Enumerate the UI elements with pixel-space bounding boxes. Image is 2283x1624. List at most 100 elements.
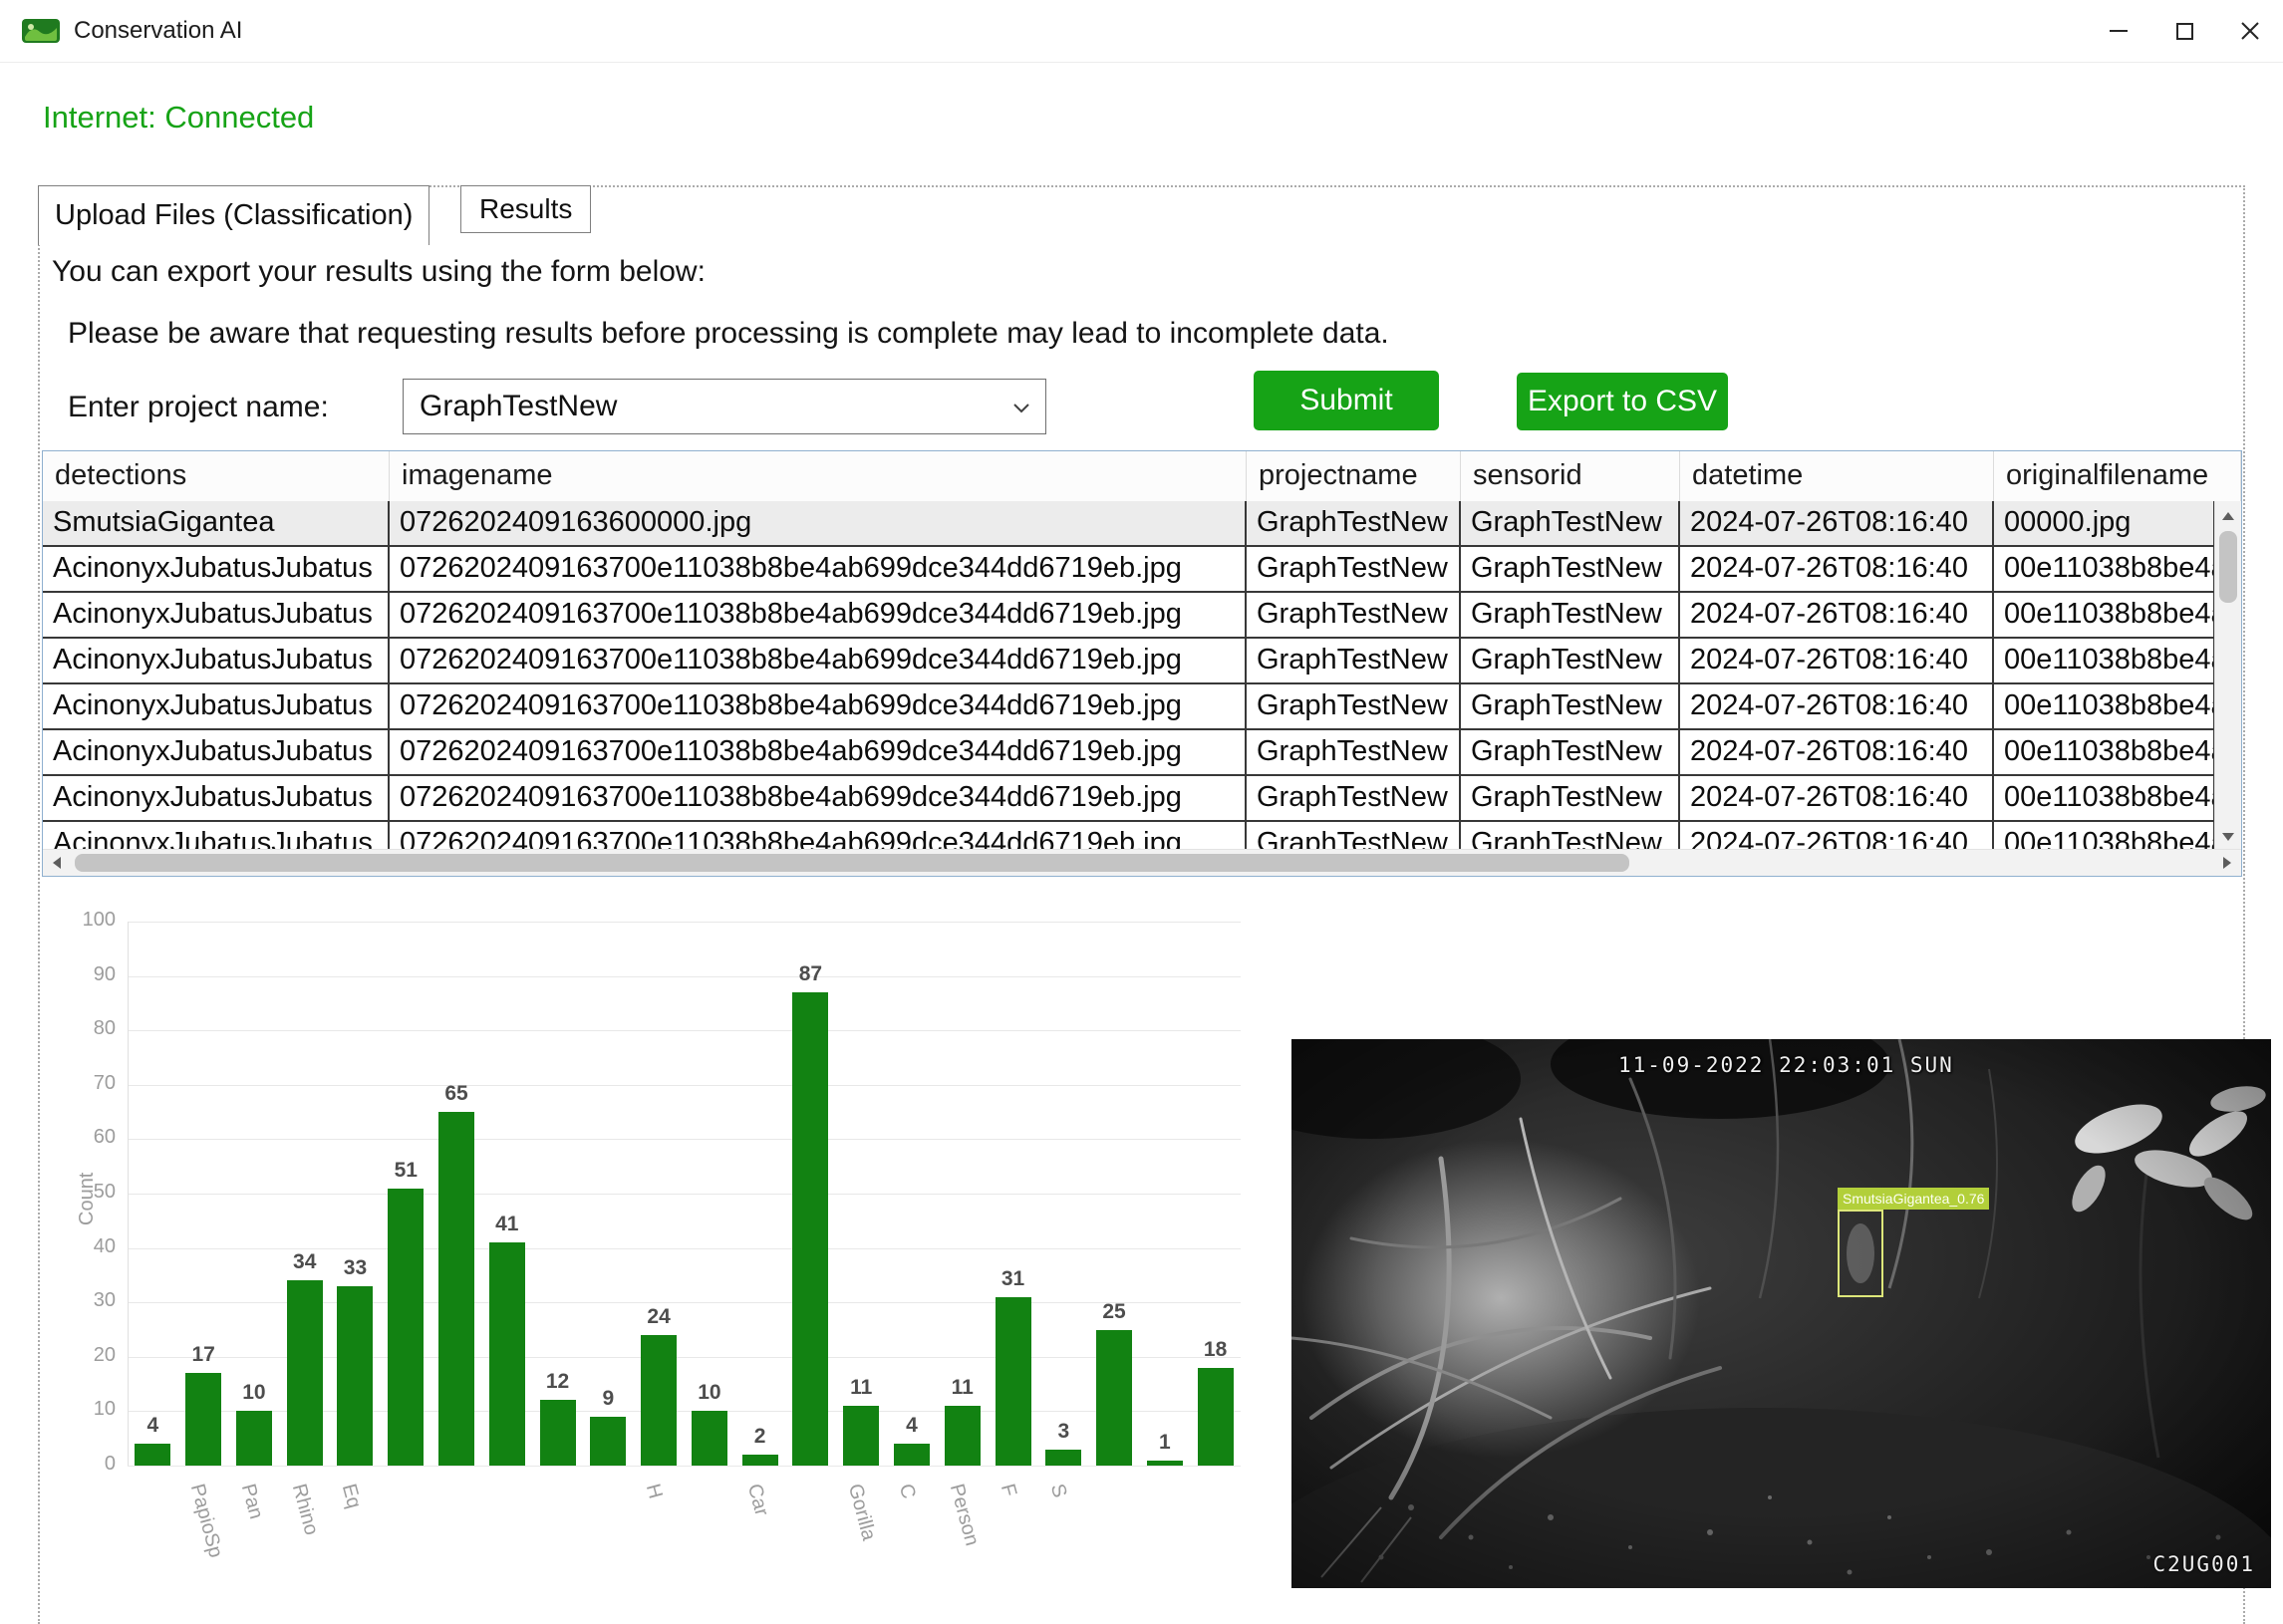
chart-bar[interactable] — [337, 1285, 374, 1466]
chart-bar[interactable] — [135, 1444, 171, 1466]
table-cell: GraphTestNew — [1247, 547, 1461, 591]
bar-value-label: 87 — [798, 961, 823, 985]
table-cell: 2024-07-26T08:16:40 — [1680, 547, 1994, 591]
bar-value-label: 3 — [1057, 1419, 1070, 1443]
bar-value-label: 24 — [647, 1304, 671, 1328]
table-cell: 00000.jpg — [1994, 501, 2215, 545]
scroll-right-icon[interactable] — [2213, 850, 2239, 876]
tab-results[interactable]: Results — [460, 185, 592, 233]
table-row[interactable]: AcinonyxJubatusJubatus 0726202409163700e1… — [43, 593, 2215, 639]
horizontal-scrollbar[interactable] — [43, 849, 2241, 876]
titlebar: Conservation AI — [0, 0, 2283, 63]
column-header-imagename[interactable]: imagename — [390, 451, 1247, 501]
internet-status: Internet: Connected — [43, 100, 315, 135]
chart-bar[interactable] — [792, 991, 829, 1466]
chart-bar[interactable] — [1096, 1329, 1133, 1466]
tab-upload-files[interactable]: Upload Files (Classification) — [38, 185, 430, 245]
table-row[interactable]: AcinonyxJubatusJubatus 0726202409163700e1… — [43, 547, 2215, 593]
y-axis-tick-label: 30 — [93, 1289, 116, 1312]
chart-bar[interactable] — [641, 1334, 678, 1466]
x-axis-tick-label: Rhino — [287, 1482, 323, 1538]
column-header-detections[interactable]: detections — [43, 451, 390, 501]
minimize-button[interactable] — [2086, 0, 2151, 62]
maximize-button[interactable] — [2151, 0, 2217, 62]
chart-bar[interactable] — [185, 1373, 222, 1466]
chart-bar[interactable] — [741, 1455, 778, 1466]
chart-bar[interactable] — [843, 1405, 880, 1466]
table-cell: 0726202409163700e11038b8be4ab699dce344dd… — [390, 684, 1247, 728]
x-axis-tick-label: C — [894, 1482, 920, 1501]
table-row[interactable]: AcinonyxJubatusJubatus 0726202409163700e1… — [43, 684, 2215, 730]
chart-bar[interactable] — [286, 1280, 323, 1466]
chart-bar[interactable] — [944, 1405, 981, 1466]
window-title: Conservation AI — [74, 17, 243, 44]
column-header-datetime[interactable]: datetime — [1680, 451, 1994, 501]
x-axis-tick-label: F — [996, 1482, 1020, 1499]
chart-bar[interactable] — [590, 1416, 627, 1466]
x-axis-tick-label: Gorilla — [843, 1482, 881, 1543]
vertical-scroll-thumb[interactable] — [2219, 531, 2237, 603]
scroll-left-icon[interactable] — [45, 850, 71, 876]
chart-bar[interactable] — [1146, 1460, 1183, 1466]
chart-gridline — [128, 1139, 1241, 1141]
column-header-projectname[interactable]: projectname — [1247, 451, 1461, 501]
table-row[interactable]: AcinonyxJubatusJubatus 0726202409163700e1… — [43, 822, 2215, 852]
table-cell: 2024-07-26T08:16:40 — [1680, 822, 1994, 852]
bar-value-label: 2 — [753, 1425, 766, 1449]
table-row[interactable]: AcinonyxJubatusJubatus 0726202409163700e1… — [43, 730, 2215, 776]
detections-bar-chart: 0 10 20 30 40 50 60 70 80 90 100 4 17 PapioSp 10 Pan 34 R… — [60, 895, 1256, 1624]
vertical-scrollbar[interactable] — [2214, 501, 2241, 852]
chart-gridline — [128, 1247, 1241, 1249]
scroll-up-icon[interactable] — [2215, 503, 2241, 529]
bar-value-label: 11 — [951, 1375, 974, 1399]
camera-timestamp: 11-09-2022 22:03:01 SUN — [1618, 1053, 1954, 1077]
table-cell: 2024-07-26T08:16:40 — [1680, 501, 1994, 545]
table-cell: 2024-07-26T08:16:40 — [1680, 684, 1994, 728]
chart-bar[interactable] — [691, 1411, 727, 1466]
table-cell: 2024-07-26T08:16:40 — [1680, 776, 1994, 820]
bar-value-label: 31 — [1000, 1266, 1025, 1290]
bar-value-label: 25 — [1102, 1299, 1126, 1323]
chart-gridline — [128, 922, 1241, 923]
bar-value-label: 41 — [495, 1213, 519, 1236]
table-cell: AcinonyxJubatusJubatus — [43, 776, 390, 820]
chart-bar[interactable] — [388, 1188, 425, 1466]
close-button[interactable] — [2217, 0, 2283, 62]
project-name-label: Enter project name: — [68, 391, 329, 423]
table-row[interactable]: AcinonyxJubatusJubatus 0726202409163700e1… — [43, 639, 2215, 684]
camera-scene — [1291, 1039, 2271, 1588]
table-cell: GraphTestNew — [1247, 639, 1461, 682]
table-cell: GraphTestNew — [1247, 776, 1461, 820]
x-axis-tick-label: PapioSp — [185, 1482, 227, 1560]
y-axis-tick-label: 10 — [93, 1398, 116, 1421]
table-cell: GraphTestNew — [1247, 684, 1461, 728]
bar-value-label: 18 — [1203, 1337, 1228, 1361]
chart-bar[interactable] — [1045, 1449, 1082, 1466]
scroll-down-icon[interactable] — [2215, 824, 2241, 850]
chart-bar[interactable] — [235, 1411, 272, 1466]
bar-value-label: 51 — [394, 1158, 418, 1182]
project-name-select[interactable]: GraphTestNew — [403, 379, 1046, 434]
export-csv-button[interactable]: Export to CSV — [1517, 373, 1728, 430]
column-header-originalfilename[interactable]: originalfilename — [1994, 451, 2241, 501]
table-row[interactable]: AcinonyxJubatusJubatus 0726202409163700e1… — [43, 776, 2215, 822]
table-row[interactable]: SmutsiaGigantea 0726202409163600000.jpg Gr… — [43, 501, 2215, 547]
bar-value-label: 4 — [146, 1414, 159, 1438]
chart-bar[interactable] — [488, 1242, 525, 1466]
chart-bar[interactable] — [438, 1112, 475, 1466]
warning-text: Please be aware that requesting results … — [68, 317, 1389, 350]
horizontal-scroll-thumb[interactable] — [75, 854, 1629, 872]
table-cell: 00e11038b8be4ab699dce344dd6719eb.jpg — [1994, 547, 2215, 591]
chart-gridline — [128, 975, 1241, 977]
chart-bar[interactable] — [893, 1444, 930, 1466]
table-cell: AcinonyxJubatusJubatus — [43, 730, 390, 774]
submit-button[interactable]: Submit — [1254, 371, 1439, 430]
column-header-sensorid[interactable]: sensorid — [1461, 451, 1680, 501]
table-cell: GraphTestNew — [1461, 822, 1680, 852]
chart-bar[interactable] — [995, 1296, 1031, 1466]
app-window: Conservation AI Internet: Connected Uplo… — [0, 0, 2283, 1624]
chart-bar[interactable] — [539, 1400, 576, 1466]
project-name-value: GraphTestNew — [420, 390, 618, 422]
chart-bar[interactable] — [1197, 1367, 1234, 1466]
bar-value-label: 4 — [906, 1414, 918, 1438]
